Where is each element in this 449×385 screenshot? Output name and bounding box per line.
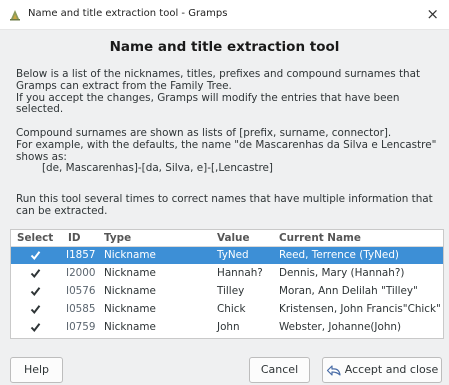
row-id: I1857 (66, 249, 96, 261)
row-value: John (217, 321, 240, 333)
row-type: Nickname (104, 303, 156, 315)
column-header-select[interactable]: Select (17, 232, 53, 244)
row-current-name: Dennis, Mary (Hannah?) (279, 267, 405, 279)
checkbox-checked-icon[interactable] (30, 322, 41, 333)
window-title: Name and title extraction tool - Gramps (28, 8, 228, 19)
run-note-text: Run this tool several times to correct n… (16, 193, 433, 218)
cancel-button[interactable]: Cancel (249, 357, 310, 383)
accept-and-close-button[interactable]: Accept and close (322, 357, 442, 383)
close-window-button[interactable]: × (426, 5, 439, 23)
row-value: TyNed (217, 249, 249, 261)
table-row[interactable]: I2000 Nickname Hannah? Dennis, Mary (Han… (11, 265, 443, 282)
column-header-id[interactable]: ID (68, 232, 81, 244)
row-value: Hannah? (217, 267, 263, 279)
dialog-content: Name and title extraction tool Below is … (0, 30, 449, 385)
compound-line: For example, with the defaults, the name… (16, 138, 437, 151)
row-current-name: Moran, Ann Delilah "Tilley" (279, 285, 418, 297)
intro-text: Below is a list of the nicknames, titles… (16, 68, 420, 116)
title-bar: Name and title extraction tool - Gramps … (0, 0, 449, 30)
row-id: I0585 (66, 303, 96, 315)
row-current-name: Reed, Terrence (TyNed) (279, 249, 399, 261)
intro-line: selected. (16, 103, 64, 116)
row-id: I0576 (66, 285, 96, 297)
row-id: I0759 (66, 321, 96, 333)
table-row[interactable]: I0585 Nickname Chick Kristensen, John Fr… (11, 301, 443, 318)
table-row[interactable]: I0576 Nickname Tilley Moran, Ann Delilah… (11, 283, 443, 300)
accept-and-close-label: Accept and close (344, 363, 439, 376)
row-current-name: Webster, Johanne(John) (279, 321, 402, 333)
table-row[interactable]: I0759 Nickname John Webster, Johanne(Joh… (11, 319, 443, 336)
column-header-type[interactable]: Type (104, 232, 131, 244)
column-header-current-name[interactable]: Current Name (279, 232, 361, 244)
checkbox-checked-icon[interactable] (30, 304, 41, 315)
undo-arrow-icon (326, 364, 341, 376)
table-row[interactable]: I1857 Nickname TyNed Reed, Terrence (TyN… (11, 247, 443, 264)
column-header-value[interactable]: Value (217, 232, 250, 244)
compound-surname-text: Compound surnames are shown as lists of … (16, 127, 437, 175)
help-button[interactable]: Help (10, 357, 63, 383)
row-value: Tilley (217, 285, 245, 297)
row-type: Nickname (104, 249, 156, 261)
run-note-line: can be extracted. (16, 204, 108, 217)
intro-line: If you accept the changes, Gramps will m… (16, 91, 400, 104)
row-type: Nickname (104, 285, 156, 297)
intro-line: Gramps can extract from the Family Tree. (16, 79, 232, 92)
row-current-name: Kristensen, John Francis"Chick" (279, 303, 441, 315)
row-type: Nickname (104, 267, 156, 279)
extraction-table[interactable]: Select ID Type Value Current Name I1857 … (10, 229, 444, 339)
compound-example: [de, Mascarenhas]-[da, Silva, e]-[,Lenca… (42, 162, 273, 175)
row-value: Chick (217, 303, 246, 315)
checkbox-checked-icon[interactable] (30, 286, 41, 297)
gramps-app-icon (10, 10, 20, 21)
table-header: Select ID Type Value Current Name (11, 230, 443, 247)
dialog-heading: Name and title extraction tool (109, 39, 340, 55)
checkbox-checked-icon[interactable] (30, 268, 41, 279)
checkbox-checked-icon[interactable] (30, 250, 41, 261)
row-type: Nickname (104, 321, 156, 333)
row-id: I2000 (66, 267, 96, 279)
